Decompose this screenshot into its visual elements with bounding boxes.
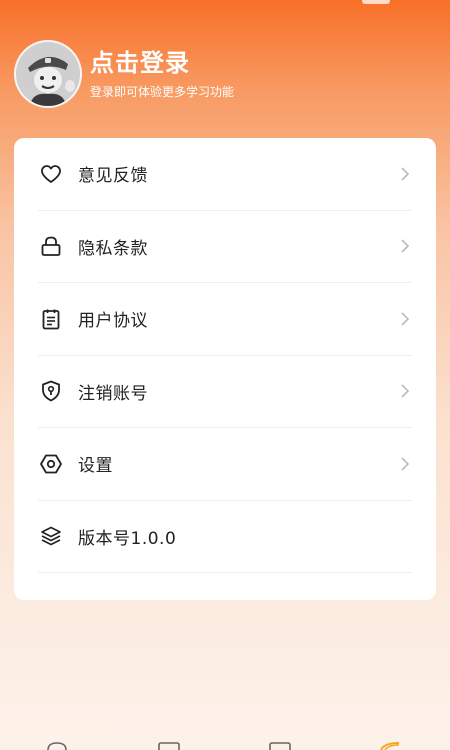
menu-label-version: 版本号1.0.0 [78,528,177,549]
menu-item-settings[interactable]: 设置 [38,428,412,501]
menu-item-version: 版本号1.0.0 [38,501,412,573]
menu-item-privacy[interactable]: 隐私条款 [38,211,412,283]
menu-label-privacy: 隐私条款 [78,238,148,259]
chevron-right-icon [398,238,412,254]
menu-label-settings: 设置 [78,456,113,477]
avatar[interactable] [14,40,82,108]
menu-item-delete-account[interactable]: 注销账号 [38,356,412,428]
menu-card: 意见反馈 隐私条款 用户协议 注销账号 设置 版本号1.0.0 [14,138,436,600]
heart-icon [38,161,64,187]
login-subtitle: 登录即可体验更多学习功能 [90,85,235,99]
chevron-right-icon [398,383,412,399]
clipboard-icon [38,306,64,332]
menu-item-user-agreement[interactable]: 用户协议 [38,283,412,356]
tab-mine-icon[interactable] [378,742,402,750]
chevron-right-icon [398,456,412,472]
menu-item-feedback[interactable]: 意见反馈 [38,138,412,211]
hexagon-settings-icon [38,451,64,477]
chevron-right-icon [398,311,412,327]
avatar-illustration-icon [16,42,80,106]
tab-study-icon[interactable] [157,742,181,750]
tab-practice-icon[interactable] [268,742,292,750]
chevron-right-icon [398,166,412,182]
menu-label-user-agreement: 用户协议 [78,311,148,332]
bottom-tab-bar [0,742,450,750]
menu-label-feedback: 意见反馈 [78,166,148,187]
lock-icon [38,233,64,259]
profile-header[interactable]: 点击登录 登录即可体验更多学习功能 [14,40,234,108]
login-title[interactable]: 点击登录 [90,48,234,78]
status-bar-fragment [362,0,390,4]
menu-label-delete-account: 注销账号 [78,383,148,404]
shield-keyhole-icon [38,378,64,404]
layers-icon [38,523,64,549]
tab-home-icon[interactable] [46,742,68,750]
